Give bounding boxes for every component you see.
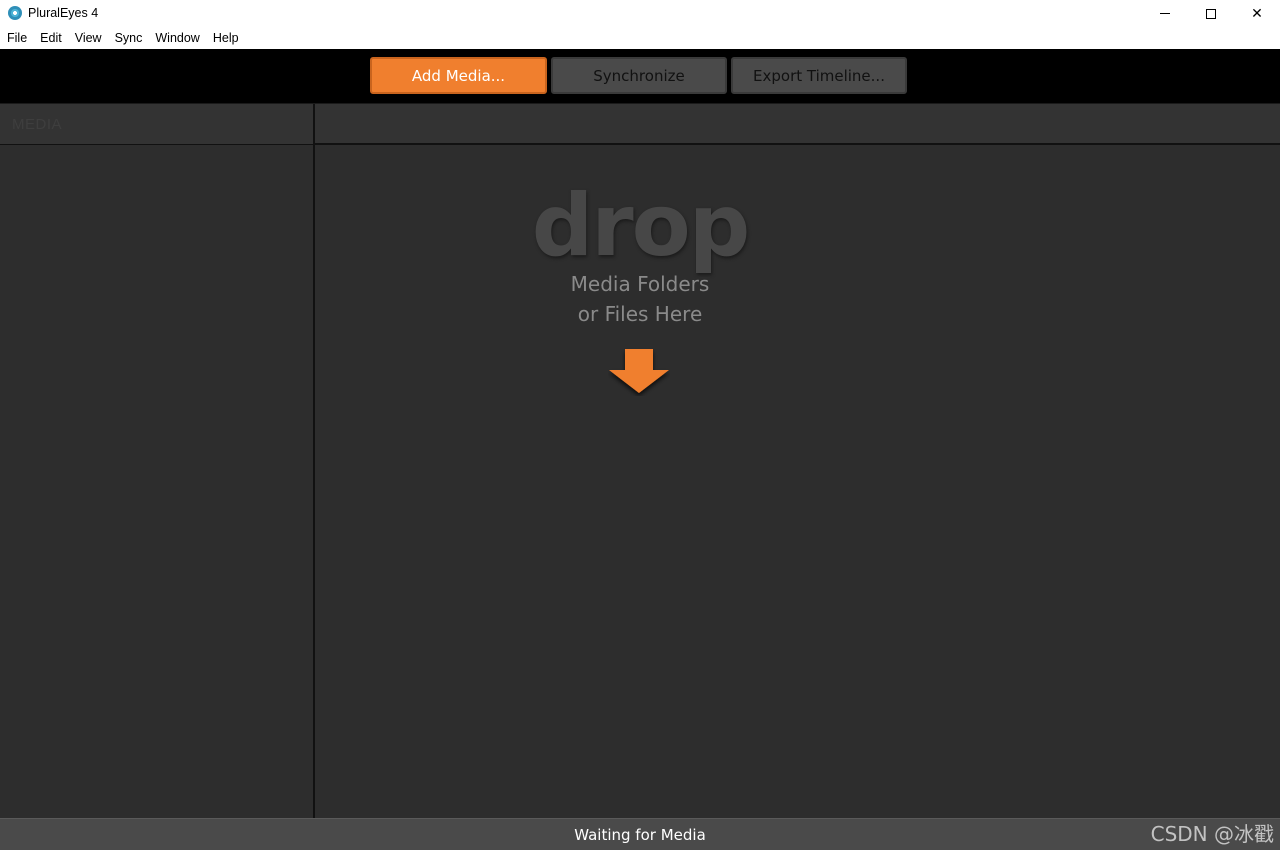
pluraleyes-logo-icon [8,6,22,20]
close-button[interactable]: ✕ [1234,0,1280,27]
export-timeline-button[interactable]: Export Timeline... [731,57,907,94]
window-title: PluralEyes 4 [28,6,99,20]
menu-edit[interactable]: Edit [34,27,68,49]
media-panel-title: MEDIA [12,116,63,133]
watermark: CSDN @冰戳 [1150,822,1274,846]
close-icon: ✕ [1251,5,1263,21]
menu-file[interactable]: File [1,27,33,49]
drop-headline: drop [531,176,751,276]
menu-help[interactable]: Help [207,27,245,49]
maximize-button[interactable] [1188,0,1234,27]
menu-window[interactable]: Window [149,27,205,49]
toolbar: Add Media... Synchronize Export Timeline… [0,49,1280,104]
status-bar: Waiting for Media [0,818,1280,850]
menu-bar: File Edit View Sync Window Help [0,27,1280,49]
status-text: Waiting for Media [574,826,706,844]
minimize-icon [1160,13,1170,14]
media-panel-header: MEDIA [0,104,313,145]
timeline-header [315,104,1280,145]
minimize-button[interactable] [1142,0,1188,27]
down-arrow-icon [609,349,669,393]
title-bar: PluralEyes 4 ✕ [0,0,1280,27]
menu-view[interactable]: View [69,27,108,49]
maximize-icon [1206,8,1216,19]
add-media-button[interactable]: Add Media... [370,57,547,94]
drop-instruction-line2: or Files Here [577,302,703,326]
menu-sync[interactable]: Sync [109,27,149,49]
drop-instruction-line1: Media Folders [570,272,710,296]
synchronize-button[interactable]: Synchronize [551,57,727,94]
